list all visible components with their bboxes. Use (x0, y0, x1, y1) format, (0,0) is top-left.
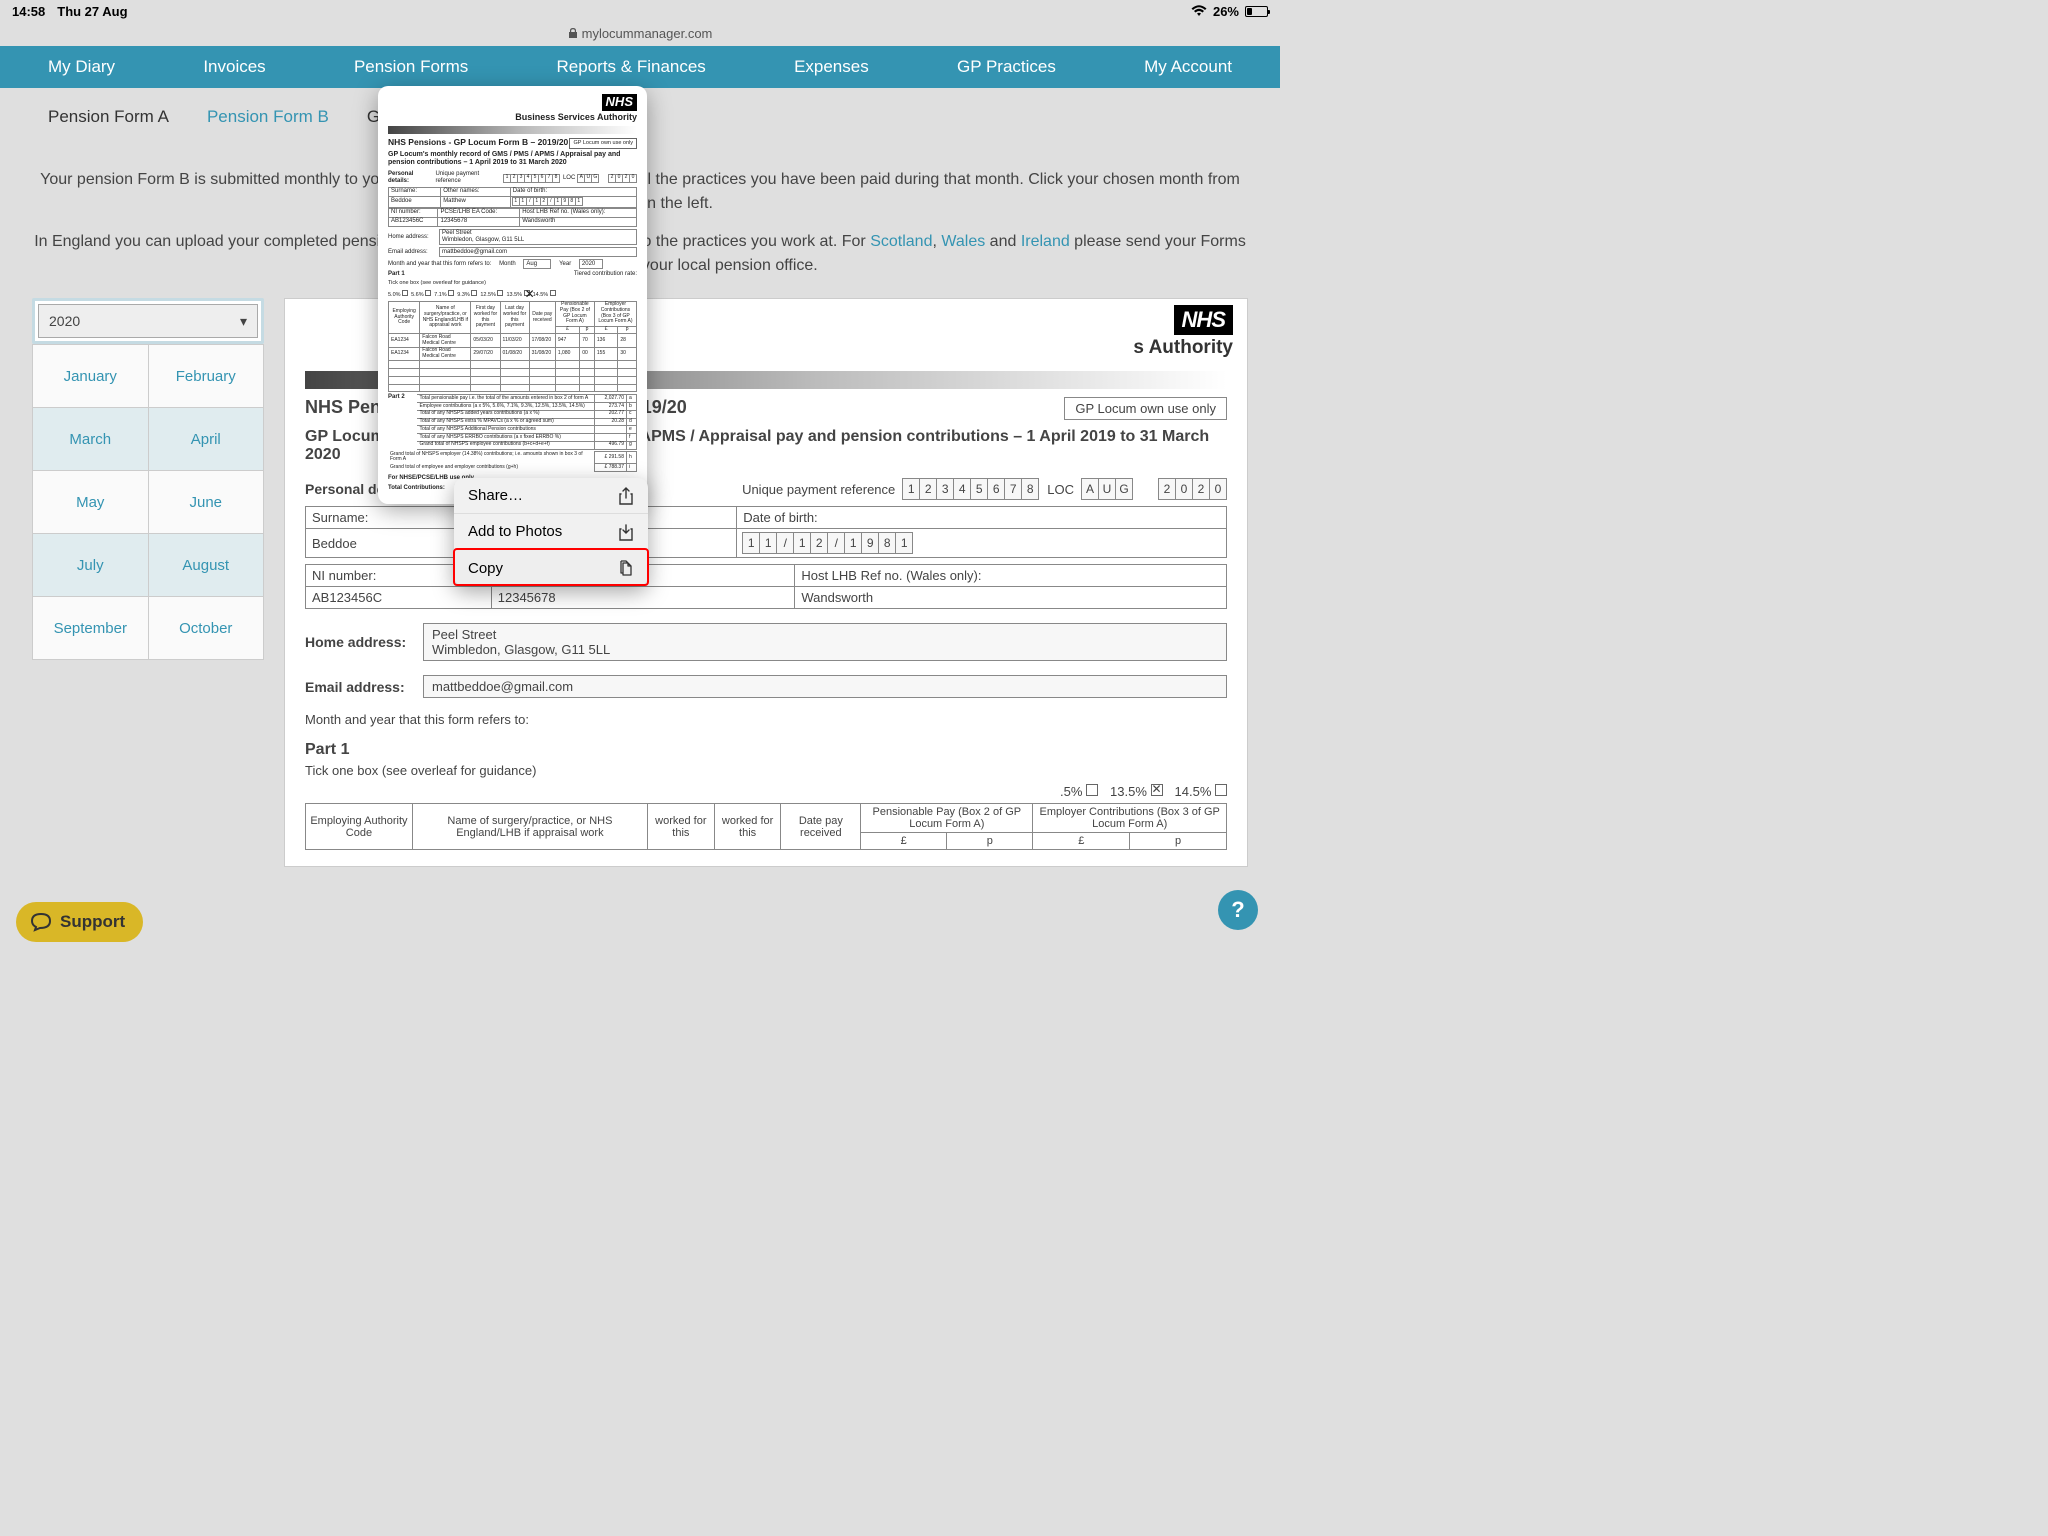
browser-url-bar[interactable]: mylocummanager.com (0, 20, 1280, 46)
ctx-add-to-photos[interactable]: Add to Photos (454, 514, 648, 550)
month-september[interactable]: September (33, 597, 149, 659)
link-scotland[interactable]: Scotland (870, 233, 932, 250)
help-button[interactable]: ? (1218, 890, 1258, 930)
pcse-value: 12345678 (491, 587, 795, 609)
ctx-copy[interactable]: Copy (454, 550, 648, 586)
month-february[interactable]: February (149, 345, 264, 407)
tab-pension-form-b[interactable]: Pension Form B (207, 107, 329, 127)
year-select-value: 2020 (49, 313, 80, 329)
context-menu: Share… Add to Photos Copy (454, 478, 648, 586)
nav-pension-forms[interactable]: Pension Forms (354, 57, 468, 77)
lock-icon (568, 27, 578, 39)
month-january[interactable]: January (33, 345, 149, 407)
ctx-share[interactable]: Share… (454, 478, 648, 514)
battery-percent: 26% (1213, 4, 1239, 19)
month-august[interactable]: August (149, 534, 264, 596)
link-ireland[interactable]: Ireland (1021, 233, 1070, 250)
nav-my-diary[interactable]: My Diary (48, 57, 115, 77)
upr-label: Unique payment reference (742, 482, 895, 497)
nav-reports[interactable]: Reports & Finances (557, 57, 706, 77)
ni-value: AB123456C (306, 587, 492, 609)
lhb-value: Wandsworth (795, 587, 1227, 609)
month-may[interactable]: May (33, 471, 149, 533)
ios-status-bar: 14:58 Thu 27 Aug 26% (0, 0, 1280, 20)
chevron-down-icon: ▾ (240, 313, 247, 330)
email-value: mattbeddoe@gmail.com (423, 675, 1227, 698)
url-text: mylocummanager.com (582, 26, 713, 41)
chat-icon (30, 912, 52, 932)
copy-icon (618, 560, 634, 577)
wifi-icon (1191, 5, 1207, 17)
nhs-logo: NHS s Authority (1133, 305, 1233, 359)
support-button[interactable]: Support (16, 902, 143, 942)
month-july[interactable]: July (33, 534, 149, 596)
battery-icon (1245, 6, 1268, 17)
part1-table: Employing Authority CodeName of surgery/… (305, 803, 1227, 850)
nav-expenses[interactable]: Expenses (794, 57, 869, 77)
month-march[interactable]: March (33, 408, 149, 470)
own-use-box: GP Locum own use only (1064, 397, 1227, 420)
year-select[interactable]: 2020 ▾ (38, 304, 258, 338)
status-date: Thu 27 Aug (57, 4, 127, 19)
link-wales[interactable]: Wales (941, 233, 985, 250)
pdf-preview-popover[interactable]: NHSBusiness Services Authority GP Locum … (378, 86, 647, 504)
month-april[interactable]: April (149, 408, 264, 470)
month-grid: JanuaryFebruary MarchApril MayJune JulyA… (32, 344, 264, 660)
nav-invoices[interactable]: Invoices (203, 57, 265, 77)
status-time: 14:58 (12, 4, 45, 19)
nav-my-account[interactable]: My Account (1144, 57, 1232, 77)
dob-value: 11/12/1981 (737, 529, 1227, 558)
part1-heading: Part 1 (305, 741, 1227, 759)
share-icon (618, 487, 634, 505)
nav-gp-practices[interactable]: GP Practices (957, 57, 1056, 77)
home-address-value: Peel StreetWimbledon, Glasgow, G11 5LL (423, 623, 1227, 661)
month-june[interactable]: June (149, 471, 264, 533)
main-nav: My Diary Invoices Pension Forms Reports … (0, 46, 1280, 88)
tab-pension-form-a[interactable]: Pension Form A (48, 107, 169, 127)
month-october[interactable]: October (149, 597, 264, 659)
download-icon (618, 523, 634, 541)
